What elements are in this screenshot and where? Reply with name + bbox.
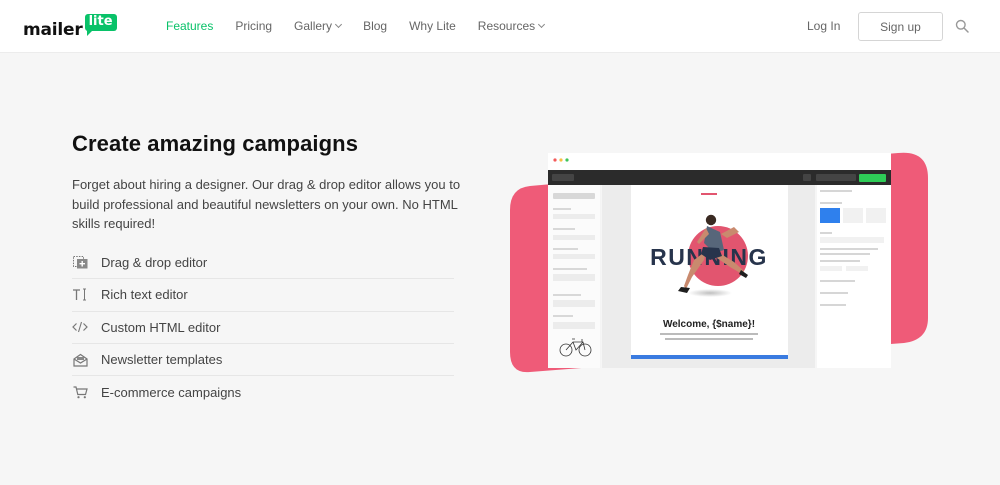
nav-item-why-lite[interactable]: Why Lite [409,19,456,33]
feature-item-html-editor[interactable]: Custom HTML editor [72,312,454,344]
signup-button[interactable]: Sign up [858,12,943,41]
feature-list: Drag & drop editor Rich text editor Cust… [72,247,454,408]
code-icon [72,320,88,334]
search-icon[interactable] [955,19,969,33]
nav-item-pricing[interactable]: Pricing [235,19,272,33]
feature-label: Custom HTML editor [101,319,221,335]
main-nav: Features Pricing Gallery Blog Why Lite R… [166,19,566,33]
feature-label: Drag & drop editor [101,255,208,271]
welcome-text: Welcome, {$name}! [663,319,755,330]
feature-item-drag-drop[interactable]: Drag & drop editor [72,247,454,280]
nav-label: Gallery [294,19,333,33]
chevron-down-icon [538,20,546,29]
feature-item-ecommerce[interactable]: E-commerce campaigns [72,376,454,408]
feature-item-templates[interactable]: Newsletter templates [72,344,454,377]
page-title: Create amazing campaigns [72,131,359,156]
cart-icon [72,385,88,399]
feature-item-rich-text[interactable]: Rich text editor [72,279,454,312]
login-link[interactable]: Log In [807,19,840,33]
nav-item-blog[interactable]: Blog [363,19,387,33]
nav-item-gallery[interactable]: Gallery [294,19,343,33]
chevron-down-icon [335,20,343,29]
logo-word: mailer [23,20,83,40]
nav-label: Resources [477,19,536,33]
hero-description: Forget about hiring a designer. Our drag… [72,177,461,231]
editor-window: RUNNING Welcome, {$name}! [548,153,891,368]
nav-label: Blog [363,19,388,33]
nav-item-features[interactable]: Features [166,19,213,33]
nav-label: Pricing [235,19,273,33]
feature-label: Rich text editor [101,287,188,303]
nav-item-resources[interactable]: Resources [477,19,546,33]
text-cursor-icon [72,288,88,302]
nav-label: Features [166,19,214,33]
site-header: mailer lite Features Pricing Gallery Blo… [0,0,1000,53]
nav-label: Why Lite [409,19,456,33]
feature-label: Newsletter templates [101,352,223,368]
editor-preview-illustration: RUNNING Welcome, {$name}! [510,152,928,373]
logo-bubble: lite [84,14,117,36]
feature-label: E-commerce campaigns [101,384,242,400]
envelope-icon [72,353,88,367]
mailerlite-logo[interactable]: mailer lite [23,14,117,40]
drag-drop-icon [72,256,88,270]
